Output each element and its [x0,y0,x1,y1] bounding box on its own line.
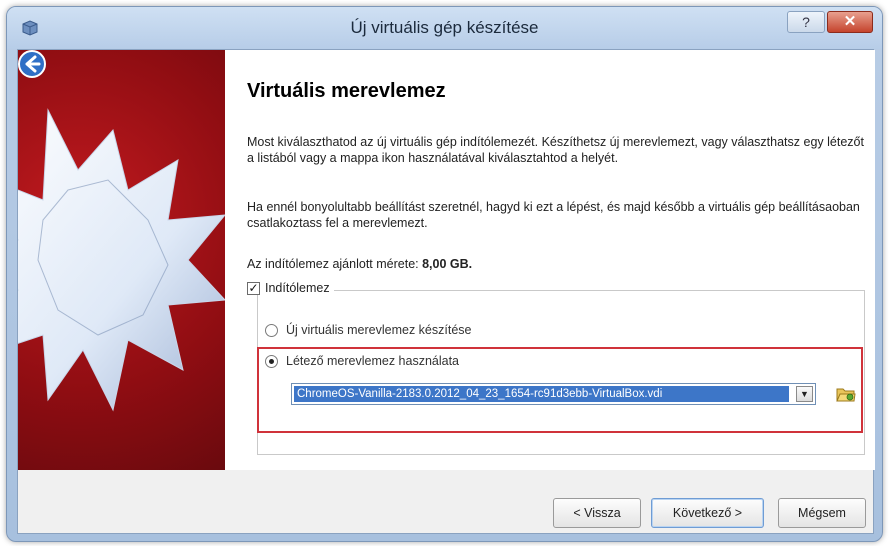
close-button[interactable]: ✕ [827,11,873,33]
dialog-body: Virtuális merevlemez Most kiválaszthatod… [17,49,875,534]
boot-disk-checkbox-row[interactable]: ✓ Indítólemez [243,281,334,295]
radio-new-disk[interactable]: Új virtuális merevlemez készítése [265,323,471,337]
boot-disk-checkbox-label: Indítólemez [265,281,330,295]
radio-existing-disk-button[interactable] [265,354,278,368]
help-button[interactable]: ? [787,11,825,33]
recommended-size-value: 8,00 GB. [422,257,473,271]
back-arrow-icon[interactable] [18,50,46,78]
recommended-size-label: Az indítólemez ajánlott mérete: [247,257,419,271]
starburst-graphic [18,108,225,412]
folder-open-icon[interactable] [836,385,856,403]
back-button[interactable]: < Vissza [553,498,641,528]
radio-existing-disk[interactable]: Létező merevlemez használata [265,354,459,368]
next-button[interactable]: Következő > [651,498,764,528]
disk-file-selected[interactable]: ChromeOS-Vanilla-2183.0.2012_04_23_1654-… [294,386,789,402]
wizard-window: Új virtuális gép készítése ? ✕ Virtuális… [6,6,883,542]
title-bar[interactable]: Új virtuális gép készítése ? ✕ [7,7,882,49]
boot-disk-checkbox[interactable]: ✓ [247,281,260,295]
radio-existing-disk-label: Létező merevlemez használata [286,354,460,368]
recommended-size-text: Az indítólemez ajánlott mérete: 8,00 GB. [247,256,867,272]
wizard-content: Virtuális merevlemez Most kiválaszthatod… [225,50,875,470]
window-title: Új virtuális gép készítése [350,18,539,37]
radio-new-disk-button[interactable] [265,323,278,337]
page-title: Virtuális merevlemez [247,80,446,102]
wizard-side-panel [18,50,225,470]
disk-file-combobox[interactable]: ChromeOS-Vanilla-2183.0.2012_04_23_1654-… [291,383,816,405]
cancel-button[interactable]: Mégsem [778,498,866,528]
advanced-hint-text: Ha ennél bonyolultabb beállítást szeretn… [247,200,860,230]
description-text: Most kiválaszthatod az új virtuális gép … [247,135,864,165]
radio-new-disk-label: Új virtuális merevlemez készítése [286,323,472,337]
chevron-down-icon[interactable]: ▼ [796,386,813,402]
